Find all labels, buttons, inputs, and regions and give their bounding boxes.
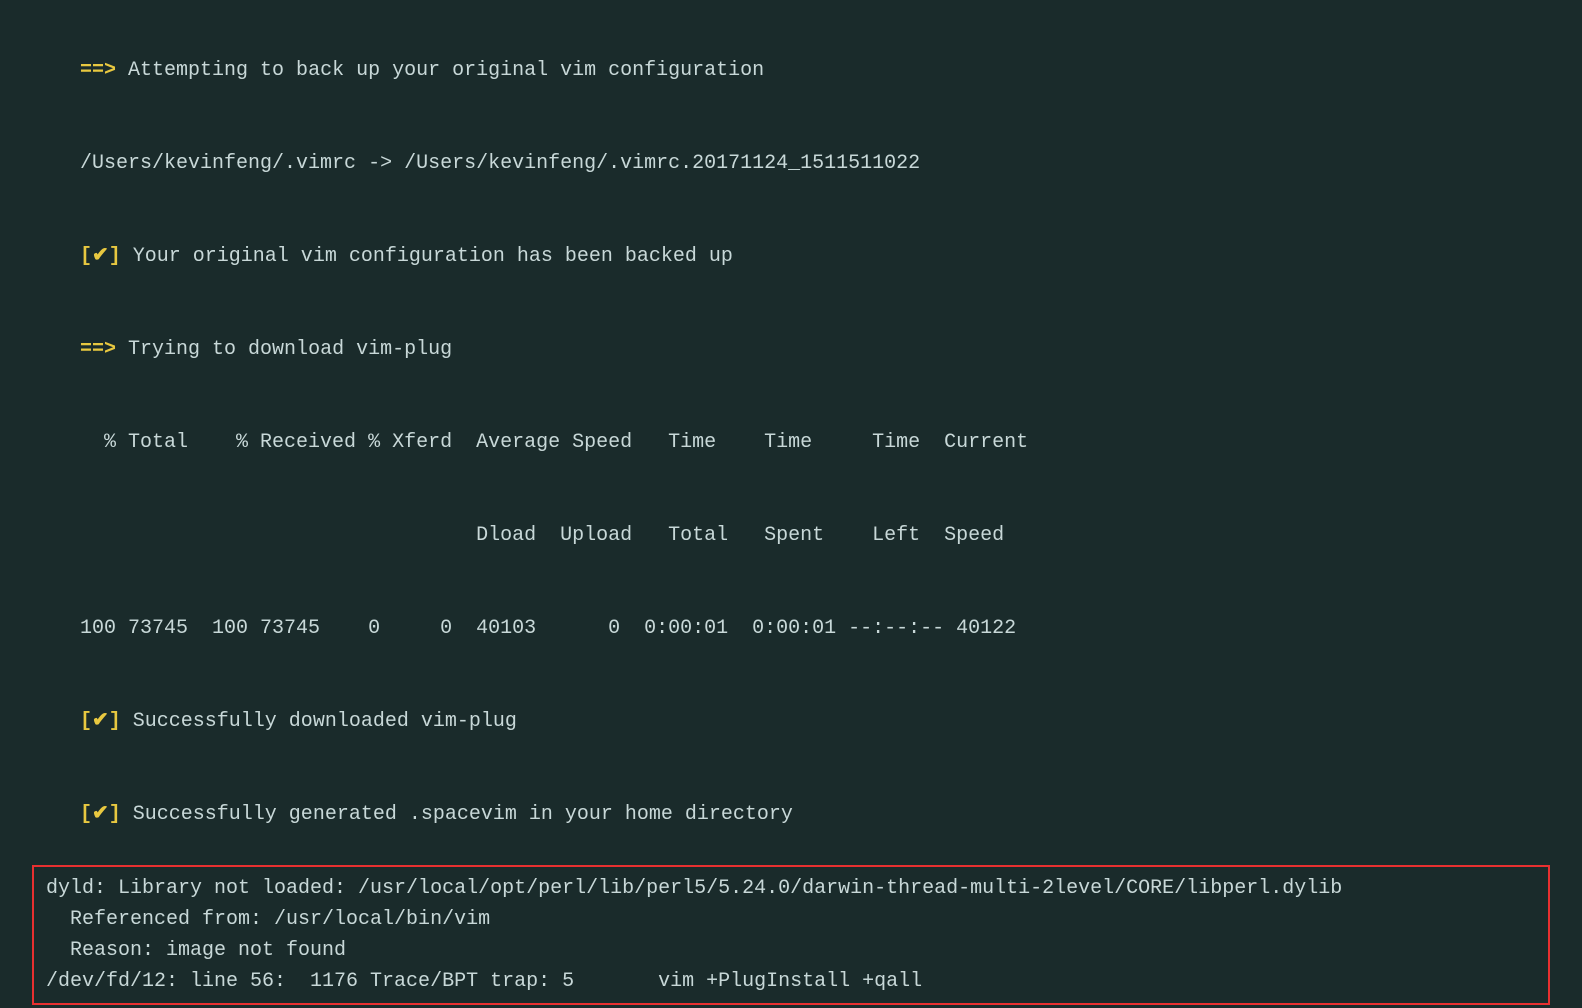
line-8: [✔] Successfully downloaded vim-plug xyxy=(32,675,1550,768)
line-6-text: Dload Upload Total Spent Left Speed xyxy=(80,524,1004,547)
arrow-icon-1: ==> xyxy=(80,59,116,82)
line-7-text: 100 73745 100 73745 0 0 40103 0 0:00:01 … xyxy=(80,617,1016,640)
check-icon-3: [✔] xyxy=(80,245,121,268)
line-1-text: Attempting to back up your original vim … xyxy=(116,59,764,82)
check-icon-8: [✔] xyxy=(80,710,121,733)
line-4-text: Trying to download vim-plug xyxy=(116,338,452,361)
line-3: [✔] Your original vim configuration has … xyxy=(32,210,1550,303)
check-icon-9: [✔] xyxy=(80,803,121,826)
line-5-text: % Total % Received % Xferd Average Speed… xyxy=(80,431,1028,454)
line-4: ==> Trying to download vim-plug xyxy=(32,303,1550,396)
path-text-2: /Users/kevinfeng/.vimrc -> /Users/kevinf… xyxy=(80,152,920,175)
error-line-2: Referenced from: /usr/local/bin/vim xyxy=(46,904,1536,935)
line-1: ==> Attempting to back up your original … xyxy=(32,24,1550,117)
error-box: dyld: Library not loaded: /usr/local/opt… xyxy=(32,865,1550,1005)
error-line-1: dyld: Library not loaded: /usr/local/opt… xyxy=(46,873,1536,904)
line-2: /Users/kevinfeng/.vimrc -> /Users/kevinf… xyxy=(32,117,1550,210)
line-7: 100 73745 100 73745 0 0 40103 0 0:00:01 … xyxy=(32,582,1550,675)
line-5: % Total % Received % Xferd Average Speed… xyxy=(32,396,1550,489)
arrow-icon-4: ==> xyxy=(80,338,116,361)
line-9-text: Successfully generated .spacevim in your… xyxy=(121,803,793,826)
line-3-text: Your original vim configuration has been… xyxy=(121,245,733,268)
error-line-4: /dev/fd/12: line 56: 1176 Trace/BPT trap… xyxy=(46,966,1536,997)
terminal-container: ==> Attempting to back up your original … xyxy=(32,24,1550,1008)
line-8-text: Successfully downloaded vim-plug xyxy=(121,710,517,733)
error-line-3: Reason: image not found xyxy=(46,935,1536,966)
line-9: [✔] Successfully generated .spacevim in … xyxy=(32,768,1550,861)
line-6: Dload Upload Total Spent Left Speed xyxy=(32,489,1550,582)
